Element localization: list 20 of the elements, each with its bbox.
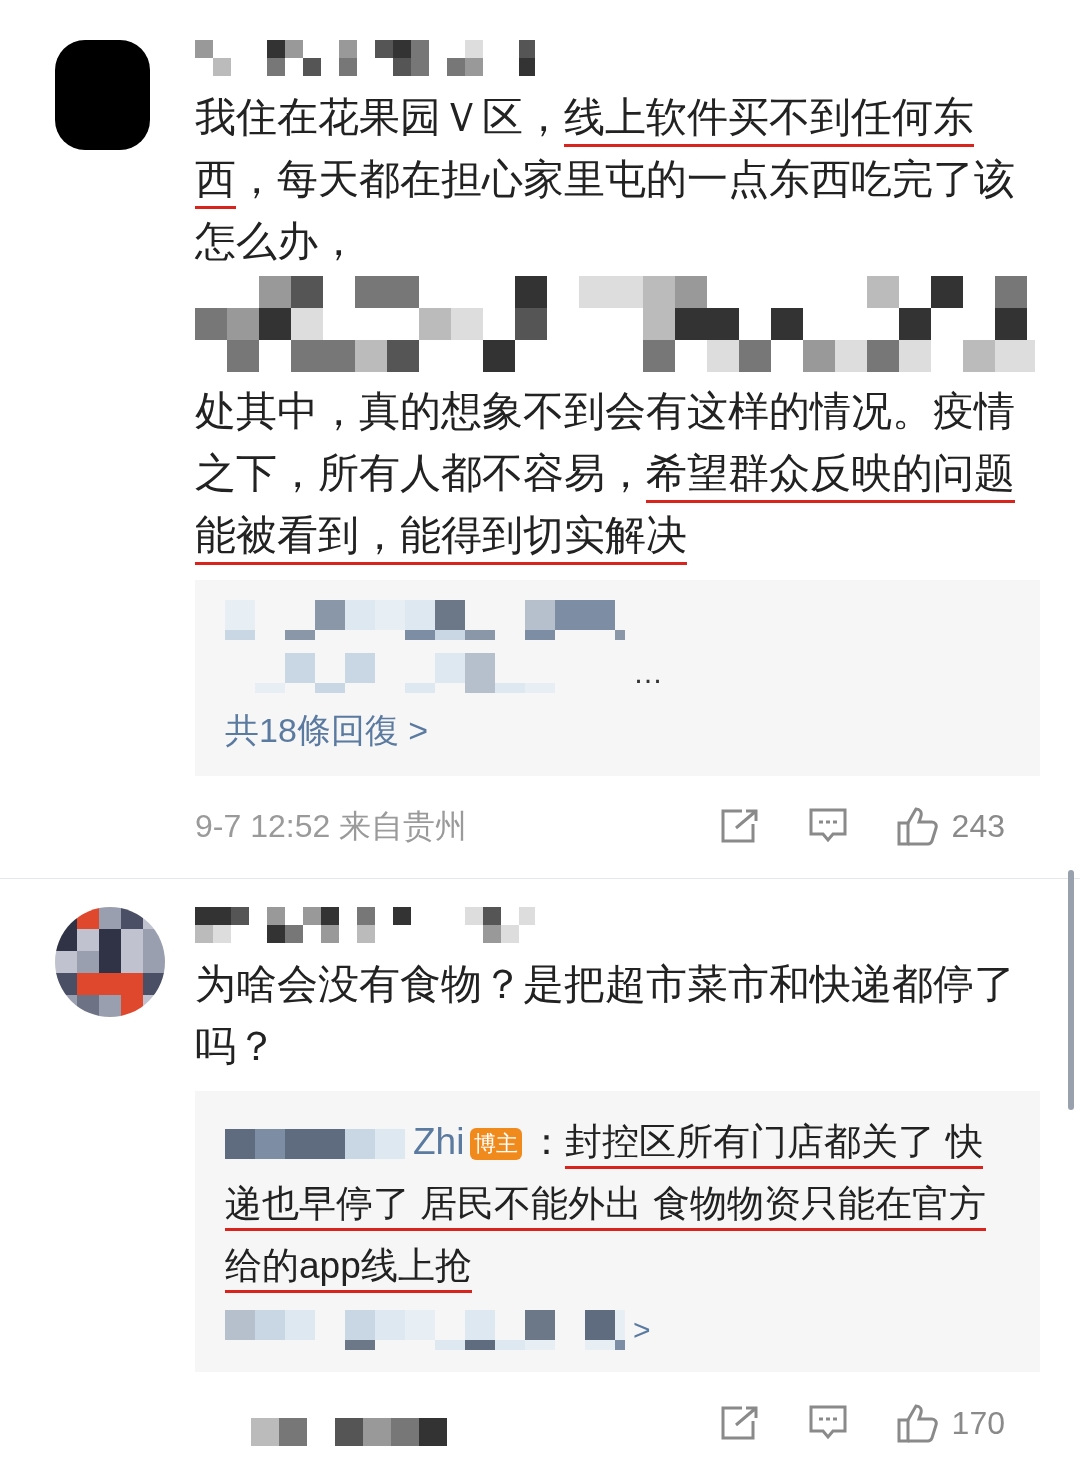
ellipsis: … bbox=[633, 655, 663, 691]
reply-text: Zhi 博主 ：封控区所有门店都关了 快递也早停了 居民不能外出 食物物资只能在官方给的app线上抢 bbox=[225, 1111, 1010, 1297]
like-count: 243 bbox=[951, 807, 1005, 846]
thumbs-up-icon[interactable] bbox=[895, 806, 938, 846]
comment-text: 为啥会没有食物？是把超市菜市和快递都停了吗？ bbox=[195, 960, 1016, 1071]
share-icon[interactable] bbox=[719, 808, 760, 844]
comment-text: 我住在花果园Ｖ区，线上软件买不到任何东西，每天都在担心家里屯的一点东西吃完了该怎么办， bbox=[195, 93, 1016, 266]
scrollbar[interactable] bbox=[1068, 870, 1074, 1110]
like-count: 170 bbox=[951, 1404, 1005, 1443]
reply-card[interactable]: … 共18條回復 > bbox=[195, 580, 1040, 776]
comment-icon[interactable] bbox=[807, 807, 848, 845]
pixelated-avatar[interactable] bbox=[55, 40, 150, 150]
timestamp: 9-7 12:52 来自贵州 bbox=[195, 808, 468, 844]
more-replies-link[interactable]: 共18條回復 > bbox=[225, 711, 429, 749]
comment-text: 处其中，真的想象不到会有这样的情况。疫情之下，所有人都不容易，希望群众反映的问题能被看到，能得到切实解决 bbox=[195, 380, 1045, 566]
share-icon[interactable] bbox=[719, 1405, 760, 1441]
thumbs-up-icon[interactable] bbox=[895, 1403, 938, 1443]
chevron-text: > bbox=[633, 1312, 651, 1348]
reply-card[interactable]: Zhi 博主 ：封控区所有门店都关了 快递也早停了 居民不能外出 食物物资只能在官方给的app线上抢 > bbox=[195, 1091, 1040, 1372]
comment-icon[interactable] bbox=[807, 1404, 848, 1442]
